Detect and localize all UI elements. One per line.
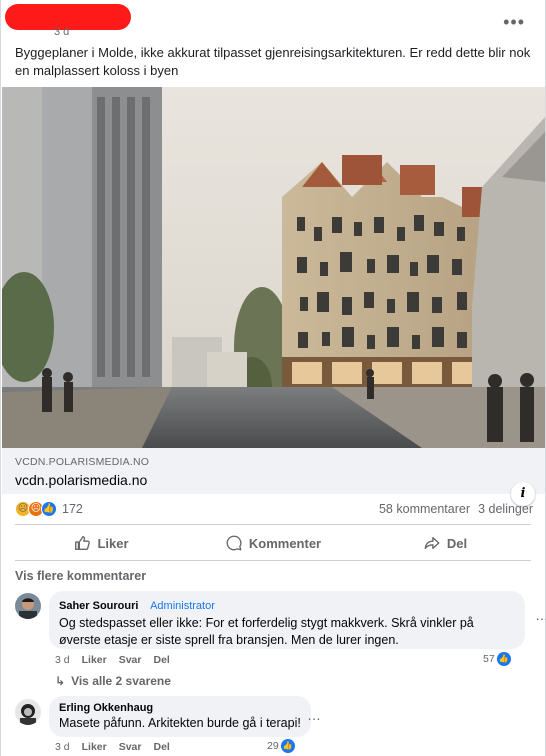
comment-share-button[interactable]: Del [154, 741, 170, 753]
view-more-comments-link[interactable]: Vis flere kommentarer [15, 569, 146, 583]
comment-button[interactable]: Kommenter [187, 528, 359, 558]
comment-meta: 3 d Liker Svar Del [55, 741, 170, 753]
reaction-summary: ☹ ☹ 👍 172 58 kommentarer 3 delinger [1, 498, 545, 522]
comment-like-number: 57 [483, 653, 495, 665]
comment-like-count[interactable]: 29 👍 [267, 739, 295, 753]
comment-icon [226, 535, 242, 551]
share-count[interactable]: 3 delinger [478, 502, 533, 516]
like-reaction-icon: 👍 [41, 501, 57, 517]
admin-badge: Administrator [150, 600, 215, 612]
comment-count[interactable]: 58 kommentarer [379, 502, 470, 516]
comment-text: Masete påfunn. Arkitekten burde gå i ter… [59, 716, 301, 730]
comment-share-button[interactable]: Del [154, 654, 170, 666]
comment-like-button[interactable]: Liker [82, 654, 107, 666]
like-button-label: Liker [97, 535, 129, 551]
comment-button-label: Kommenter [248, 535, 322, 551]
view-replies-link[interactable]: ↳ Vis alle 2 svarene [55, 674, 171, 688]
architecture-rendering-image [2, 87, 545, 448]
avatar[interactable] [15, 699, 41, 725]
divider [15, 524, 531, 525]
post-image[interactable] [2, 87, 545, 448]
comment-bubble: Saher Sourouri Administrator Og stedspas… [49, 591, 525, 649]
reply-arrow-icon: ↳ [55, 674, 66, 688]
thumbs-up-icon [75, 536, 91, 550]
share-icon [424, 536, 440, 550]
more-options-icon[interactable]: ••• [503, 12, 525, 33]
view-replies-label: Vis alle 2 svarene [71, 674, 171, 688]
post-text: Byggeplaner i Molde, ikke akkurat tilpas… [15, 45, 531, 78]
like-reaction-icon: 👍 [280, 739, 295, 753]
comment-options-icon[interactable]: … [307, 707, 321, 723]
link-title[interactable]: vcdn.polarismedia.no [15, 472, 532, 488]
link-domain: VCDN.POLARISMEDIA.NO [15, 456, 150, 468]
divider [15, 560, 531, 561]
comment-bubble: Erling Okkenhaug Masete påfunn. Arkitekt… [49, 696, 311, 737]
share-button-label: Del [446, 535, 468, 551]
comment-time[interactable]: 3 d [55, 741, 70, 753]
post-time[interactable]: 3 d [54, 26, 69, 38]
comment-author[interactable]: Erling Okkenhaug [59, 702, 301, 714]
comment-item: Erling Okkenhaug Masete påfunn. Arkitekt… [15, 696, 535, 754]
comment-like-button[interactable]: Liker [82, 741, 107, 753]
post-header: 3 d ••• [1, 0, 545, 44]
comment-like-count[interactable]: 57 👍 [483, 652, 511, 666]
avatar[interactable] [15, 593, 41, 619]
comment-item: Saher Sourouri Administrator Og stedspas… [15, 591, 546, 671]
comment-meta: 3 d Liker Svar Del [55, 654, 170, 666]
share-button[interactable]: Del [359, 528, 531, 558]
post-actions: Liker Kommenter Del [15, 528, 531, 558]
comment-reply-button[interactable]: Svar [119, 741, 142, 753]
facebook-post: 3 d ••• Byggeplaner i Molde, ikke akkura… [0, 0, 546, 756]
comment-like-number: 29 [267, 740, 279, 752]
like-reaction-icon: 👍 [496, 652, 511, 666]
like-button[interactable]: Liker [15, 528, 187, 558]
reaction-count[interactable]: 172 [62, 502, 83, 516]
link-preview[interactable]: VCDN.POLARISMEDIA.NO vcdn.polarismedia.n… [2, 448, 545, 506]
comment-options-icon[interactable]: … [535, 607, 546, 623]
comment-text: Og stedspasset eller ikke: For et forfer… [59, 616, 474, 647]
comment-reply-button[interactable]: Svar [119, 654, 142, 666]
comment-time[interactable]: 3 d [55, 654, 70, 666]
comment-author[interactable]: Saher Sourouri [59, 600, 138, 612]
